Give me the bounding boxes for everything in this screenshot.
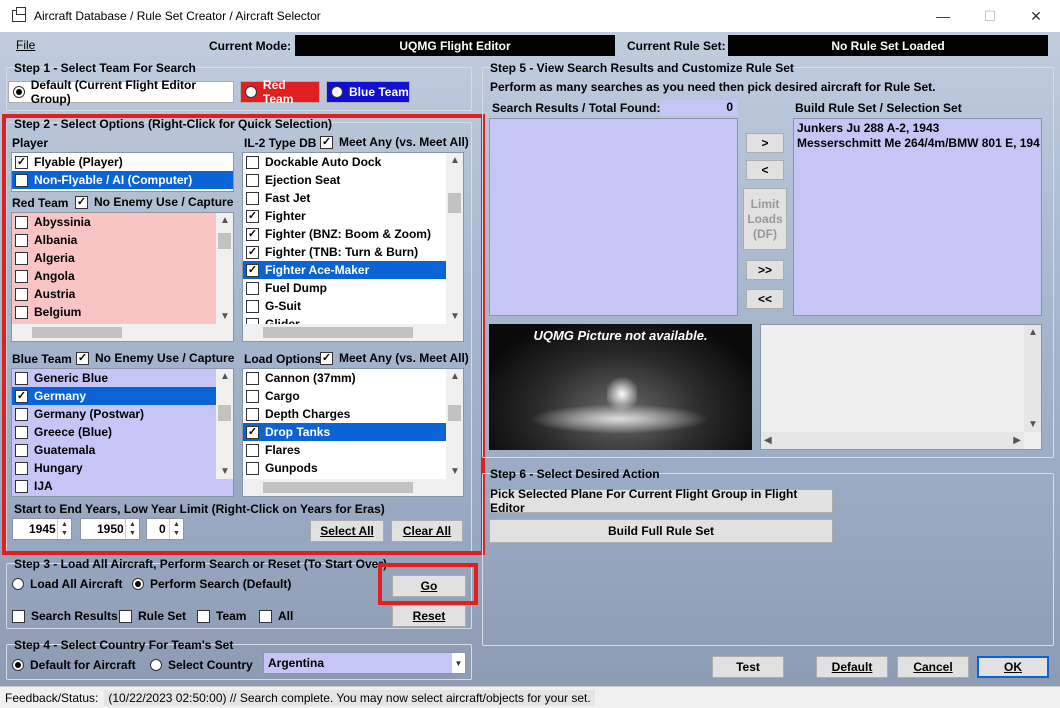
radio-indicator	[12, 578, 24, 590]
checkbox-indicator	[259, 609, 272, 623]
checkbox-indicator	[119, 609, 132, 623]
results-count: 0	[660, 100, 738, 116]
rule-set-item[interactable]: Junkers Ju 288 A-2, 1943	[794, 121, 1041, 136]
radio-indicator	[150, 659, 162, 671]
blue-team-radio[interactable]: Blue Team	[326, 81, 410, 103]
clear-search-results-checkbox[interactable]: Search Results	[12, 609, 118, 623]
build-rows: Junkers Ju 288 A-2, 1943 Messerschmitt Me…	[794, 119, 1041, 151]
app-icon	[12, 7, 26, 22]
build-full-rule-set-button[interactable]: Build Full Rule Set	[489, 519, 833, 543]
clear-rule-set-checkbox[interactable]: Rule Set	[119, 609, 186, 623]
ok-button[interactable]: OK	[977, 656, 1049, 678]
team-check-label: Team	[216, 609, 247, 623]
scroll-right-icon[interactable]: ▶	[1013, 435, 1021, 446]
minimize-button[interactable]: —	[920, 0, 966, 32]
pick-plane-button[interactable]: Pick Selected Plane For Current Flight G…	[489, 487, 833, 515]
scroll-up-icon[interactable]: ▲	[1028, 327, 1038, 338]
step5-title: Step 5 - View Search Results and Customi…	[490, 61, 794, 75]
window-title: Aircraft Database / Rule Set Creator / A…	[34, 9, 321, 23]
load-all-radio[interactable]: Load All Aircraft	[12, 577, 122, 591]
team-default-radio[interactable]: Default (Current Flight Editor Group)	[8, 78, 234, 106]
step5-instructions: Perform as many searches as you need the…	[490, 80, 936, 94]
info-hscroll[interactable]: ◀ ▶	[761, 432, 1024, 449]
default-button[interactable]: Default	[816, 656, 888, 678]
menu-file[interactable]: File	[16, 38, 35, 52]
build-rule-set-list[interactable]: Junkers Ju 288 A-2, 1943 Messerschmitt Me…	[793, 118, 1042, 316]
reset-button[interactable]: Reset	[392, 605, 466, 627]
aircraft-picture: UQMG Picture not available.	[489, 324, 752, 450]
search-results-label: Search Results / Total Found:	[492, 101, 661, 115]
checkbox-indicator	[197, 609, 210, 623]
perform-search-radio[interactable]: Perform Search (Default)	[132, 577, 291, 591]
team-default-label: Default (Current Flight Editor Group)	[30, 78, 197, 106]
current-mode-value: UQMG Flight Editor	[295, 35, 615, 56]
limit-loads-button[interactable]: Limit Loads (DF)	[743, 188, 787, 250]
radio-indicator	[12, 659, 24, 671]
remove-button[interactable]: <	[746, 160, 784, 180]
cancel-button[interactable]: Cancel	[897, 656, 969, 678]
add-all-button[interactable]: >>	[746, 260, 784, 280]
step4-title: Step 4 - Select Country For Team's Set	[14, 638, 234, 652]
all-check-label: All	[278, 609, 294, 623]
rule-set-label: Current Rule Set:	[627, 39, 726, 53]
step6-title: Step 6 - Select Desired Action	[490, 467, 660, 481]
step1-title: Step 1 - Select Team For Search	[14, 61, 196, 75]
search-results-list[interactable]	[489, 118, 738, 316]
close-button[interactable]: ✕	[1013, 0, 1059, 32]
radio-indicator	[13, 86, 25, 98]
highlight-box-step2	[2, 114, 485, 555]
title-bar: Aircraft Database / Rule Set Creator / A…	[0, 0, 1060, 32]
checkbox-indicator	[12, 609, 25, 623]
status-text: (10/22/2023 02:50:00) // Search complete…	[104, 689, 595, 706]
step3-title: Step 3 - Load All Aircraft, Perform Sear…	[14, 557, 387, 571]
select-country-label: Select Country	[168, 658, 253, 672]
rule-set-check-label: Rule Set	[138, 609, 187, 623]
search-results-label: Search Results	[31, 609, 118, 623]
scroll-down-icon[interactable]: ▼	[1028, 419, 1038, 430]
rule-set-item[interactable]: Messerschmitt Me 264/4m/BMW 801 E, 194	[794, 136, 1041, 151]
clear-team-checkbox[interactable]: Team	[197, 609, 246, 623]
default-aircraft-label: Default for Aircraft	[30, 658, 136, 672]
scroll-left-icon[interactable]: ◀	[764, 435, 772, 446]
clear-all-checkbox[interactable]: All	[259, 609, 293, 623]
info-vscroll[interactable]: ▲ ▼	[1024, 325, 1041, 432]
select-country-radio[interactable]: Select Country	[150, 658, 253, 672]
ground-glow	[529, 404, 709, 434]
remove-all-button[interactable]: <<	[746, 289, 784, 309]
red-team-radio[interactable]: Red Team	[240, 78, 320, 106]
maximize-button[interactable]: ☐	[967, 0, 1013, 32]
country-value: Argentina	[268, 656, 325, 670]
default-aircraft-radio[interactable]: Default for Aircraft	[12, 658, 136, 672]
picture-info-box[interactable]: ▲ ▼ ◀ ▶	[760, 324, 1042, 450]
blue-team-label: Blue Team	[349, 85, 409, 99]
radio-indicator	[132, 578, 144, 590]
build-rule-set-label: Build Rule Set / Selection Set	[795, 101, 962, 115]
app-window: Aircraft Database / Rule Set Creator / A…	[0, 0, 1060, 708]
add-button[interactable]: >	[746, 133, 784, 153]
country-select[interactable]: Argentina ▼	[263, 652, 466, 674]
test-button[interactable]: Test	[712, 656, 784, 678]
picture-caption: UQMG Picture not available.	[533, 328, 708, 343]
load-all-label: Load All Aircraft	[30, 577, 123, 591]
perform-search-label: Perform Search (Default)	[150, 577, 292, 591]
status-label: Feedback/Status:	[5, 690, 99, 705]
radio-indicator	[331, 86, 343, 98]
radio-indicator	[245, 86, 257, 98]
chevron-down-icon[interactable]: ▼	[451, 653, 465, 673]
rule-set-value: No Rule Set Loaded	[728, 35, 1048, 56]
highlight-box-go	[378, 563, 478, 605]
status-bar: Feedback/Status: (10/22/2023 02:50:00) /…	[0, 686, 1060, 708]
current-mode-label: Current Mode:	[209, 39, 291, 53]
red-team-label: Red Team	[262, 78, 294, 106]
